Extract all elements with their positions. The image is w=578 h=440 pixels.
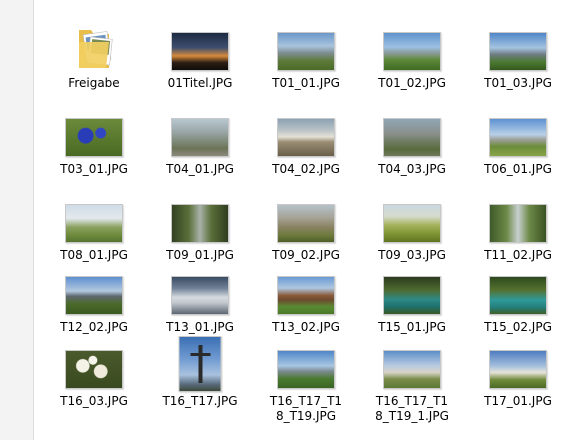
image-thumbnail: [383, 32, 441, 71]
image-thumbnail: [489, 204, 547, 243]
file-name-label: T15_01.JPG: [378, 320, 446, 334]
file-item[interactable]: T03_01.JPG: [41, 104, 147, 182]
image-thumbnail: [489, 350, 547, 389]
image-thumbnail: [489, 118, 547, 157]
image-thumbnail: [383, 276, 441, 315]
image-thumbnail: [489, 32, 547, 71]
image-thumbnail: [171, 276, 229, 315]
file-name-label: T01_02.JPG: [378, 76, 446, 90]
file-item[interactable]: T15_01.JPG: [359, 262, 465, 340]
file-name-label: T13_01.JPG: [166, 320, 234, 334]
file-item[interactable]: T09_02.JPG: [253, 190, 359, 268]
cross-bar: [190, 353, 211, 356]
file-name-label: T16_03.JPG: [60, 394, 128, 408]
file-name-label: T01_01.JPG: [272, 76, 340, 90]
file-item[interactable]: T16_T17_T18_T19.JPG: [253, 336, 359, 423]
image-thumbnail: [171, 204, 229, 243]
file-item[interactable]: T12_02.JPG: [41, 262, 147, 340]
file-name-label: T04_03.JPG: [378, 162, 446, 176]
file-item[interactable]: T15_02.JPG: [465, 262, 571, 340]
file-list-panel: Freigabe 01Titel.JPG T01_01.JPG T01_02.JPG T…: [33, 0, 578, 440]
folder-item[interactable]: Freigabe: [41, 18, 147, 96]
file-name-label: T17_01.JPG: [484, 394, 552, 408]
file-name-label: T01_03.JPG: [484, 76, 552, 90]
cross-icon: [198, 345, 203, 383]
image-thumbnail: [65, 350, 123, 389]
file-name-label: T16_T17_T18_T19_1.JPG: [375, 394, 449, 423]
image-thumbnail: [65, 204, 123, 243]
file-item[interactable]: T04_01.JPG: [147, 104, 253, 182]
image-thumbnail: [277, 32, 335, 71]
file-item[interactable]: T16_T17_T18_T19_1.JPG: [359, 336, 465, 423]
file-name-label: T08_01.JPG: [60, 248, 128, 262]
file-name-label: T11_02.JPG: [484, 248, 552, 262]
file-name-label: T15_02.JPG: [484, 320, 552, 334]
file-name-label: T03_01.JPG: [60, 162, 128, 176]
file-name-label: 01Titel.JPG: [167, 76, 233, 90]
file-name-label: T09_02.JPG: [272, 248, 340, 262]
image-thumbnail: [277, 350, 335, 389]
file-name-label: T16_T17_T18_T19.JPG: [269, 394, 343, 423]
folder-icon: [79, 30, 113, 68]
file-name-label: T04_02.JPG: [272, 162, 340, 176]
file-grid: Freigabe 01Titel.JPG T01_01.JPG T01_02.JPG T…: [34, 0, 578, 440]
file-item[interactable]: T08_01.JPG: [41, 190, 147, 268]
image-thumbnail: [171, 118, 229, 157]
file-item[interactable]: T11_02.JPG: [465, 190, 571, 268]
file-item[interactable]: T09_03.JPG: [359, 190, 465, 268]
image-thumbnail: [383, 118, 441, 157]
file-name-label: T09_01.JPG: [166, 248, 234, 262]
file-item[interactable]: T04_03.JPG: [359, 104, 465, 182]
file-item[interactable]: T16_03.JPG: [41, 336, 147, 414]
image-thumbnail: [65, 276, 123, 315]
image-thumbnail: [489, 276, 547, 315]
file-item[interactable]: T17_01.JPG: [465, 336, 571, 414]
image-thumbnail: [277, 276, 335, 315]
file-name-label: T16_T17.JPG: [162, 394, 238, 408]
image-thumbnail: [171, 32, 229, 71]
file-item[interactable]: T01_02.JPG: [359, 18, 465, 96]
file-item[interactable]: T13_02.JPG: [253, 262, 359, 340]
file-name-label: T04_01.JPG: [166, 162, 234, 176]
file-item[interactable]: T01_01.JPG: [253, 18, 359, 96]
file-item[interactable]: 01Titel.JPG: [147, 18, 253, 96]
file-name-label: T06_01.JPG: [484, 162, 552, 176]
image-thumbnail: [277, 204, 335, 243]
image-thumbnail: [383, 204, 441, 243]
file-item[interactable]: T06_01.JPG: [465, 104, 571, 182]
image-thumbnail: [65, 118, 123, 157]
image-thumbnail: [178, 336, 222, 392]
file-name-label: T12_02.JPG: [60, 320, 128, 334]
file-item[interactable]: T09_01.JPG: [147, 190, 253, 268]
file-name-label: T13_02.JPG: [272, 320, 340, 334]
file-name-label: Freigabe: [68, 76, 120, 90]
file-item[interactable]: T13_01.JPG: [147, 262, 253, 340]
file-item[interactable]: T16_T17.JPG: [147, 336, 253, 414]
file-item[interactable]: T04_02.JPG: [253, 104, 359, 182]
file-item[interactable]: T01_03.JPG: [465, 18, 571, 96]
image-thumbnail: [277, 118, 335, 157]
image-thumbnail: [383, 350, 441, 389]
file-name-label: T09_03.JPG: [378, 248, 446, 262]
